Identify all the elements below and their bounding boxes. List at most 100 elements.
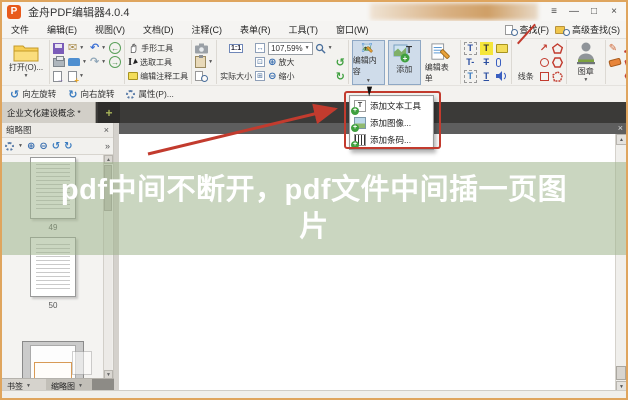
arrow-tool-button[interactable]: ↗ xyxy=(540,41,549,55)
page-forward-button[interactable]: → xyxy=(109,55,121,69)
rotate-view-right-button[interactable]: ↻ xyxy=(336,69,345,83)
open-button[interactable]: 打开(O)... ▼ xyxy=(6,40,46,79)
oval-tool-button[interactable] xyxy=(540,55,549,69)
fit-visible-button[interactable]: ⊞ xyxy=(255,69,265,83)
page-back-button[interactable]: ← xyxy=(109,41,121,55)
underline-button[interactable]: T xyxy=(480,69,493,83)
attach-file-button[interactable] xyxy=(496,55,508,69)
panel-header: 缩略图 × xyxy=(2,123,113,138)
stamp-icon[interactable] xyxy=(575,41,597,65)
line-tool-button[interactable] xyxy=(515,41,537,67)
rotate-view-left-button[interactable]: ↺ xyxy=(336,55,345,69)
cloud-tool-button[interactable] xyxy=(552,69,563,83)
polygon-tool-button[interactable] xyxy=(552,55,563,69)
menu-document[interactable]: 文档(D) xyxy=(134,23,183,36)
measure-area-button[interactable]: 面积 xyxy=(624,69,628,83)
thumb-zoom-in-icon[interactable]: ⊕ xyxy=(27,141,35,152)
menu-window[interactable]: 窗口(W) xyxy=(327,23,378,36)
menu-edit[interactable]: 编辑(E) xyxy=(38,23,86,36)
paste-button[interactable]: ▼ xyxy=(195,55,213,69)
export-button[interactable] xyxy=(53,69,65,83)
menu-item-add-barcode[interactable]: + 添加条码... xyxy=(351,131,432,148)
print-button[interactable] xyxy=(53,55,65,69)
app-logo-icon: P xyxy=(7,5,21,19)
new-tab-button[interactable]: + xyxy=(98,102,120,123)
menu-file[interactable]: 文件 xyxy=(2,23,38,36)
edit-content-button[interactable]: T 编辑内容 ▼ xyxy=(352,40,385,85)
menu-view[interactable]: 视图(V) xyxy=(86,23,134,36)
find-in-doc-button[interactable] xyxy=(195,69,213,83)
thumb-rotate-left-icon[interactable]: ↺ xyxy=(52,141,60,152)
menu-comment[interactable]: 注释(C) xyxy=(183,23,232,36)
arrow-icon: ↗ xyxy=(540,43,548,54)
strikeout-tool-button[interactable]: T- xyxy=(464,55,477,69)
scrollbar-thumb[interactable] xyxy=(616,366,626,380)
strikethrough-icon: T xyxy=(480,56,493,69)
fit-width-button[interactable]: ↔ xyxy=(255,41,265,55)
minimize-button[interactable]: — xyxy=(564,2,584,21)
speaker-icon xyxy=(496,71,508,81)
menu-tools[interactable]: 工具(T) xyxy=(280,23,328,36)
save-button[interactable] xyxy=(53,41,65,55)
panel-close-icon[interactable]: × xyxy=(104,125,109,135)
document-close-icon[interactable]: × xyxy=(618,124,626,133)
pentagon-tool-button[interactable] xyxy=(552,41,563,55)
close-button[interactable]: × xyxy=(604,2,624,21)
highlight-button[interactable]: T xyxy=(480,41,493,55)
add-button[interactable]: T + 添加 xyxy=(388,40,421,85)
edit-annotation-tool-button[interactable]: 编辑注释工具 xyxy=(128,69,188,83)
menu-bar: 文件 编辑(E) 视图(V) 文档(D) 注释(C) 表单(R) 工具(T) 窗… xyxy=(2,21,626,38)
rotate-page-left-button[interactable]: ↺ 向左旋转 xyxy=(6,88,60,101)
snapshot-button[interactable] xyxy=(195,41,213,55)
eraser-tool-button[interactable] xyxy=(609,55,621,69)
options-gear-icon[interactable] xyxy=(5,142,14,151)
properties-button[interactable]: 属性(P)... xyxy=(122,88,177,100)
fit-page-button[interactable]: ⊡ xyxy=(255,55,265,69)
scroll-up-icon[interactable]: ▲ xyxy=(616,134,627,145)
edit-form-button[interactable]: 编辑表单 xyxy=(424,40,457,85)
menu-item-add-text-tool[interactable]: T+ 添加文本工具 xyxy=(351,97,432,114)
advanced-find-button[interactable]: 高级查找(S) xyxy=(555,23,620,36)
gear-icon xyxy=(126,90,135,99)
thumb-rotate-right-icon[interactable]: ↻ xyxy=(64,141,72,152)
undo-button[interactable]: ↶▼ xyxy=(90,41,106,55)
select-tool-button[interactable]: I 选取工具 xyxy=(128,55,172,69)
menu-item-label: 添加条码... xyxy=(370,134,411,146)
pencil-tool-button[interactable]: ✎ xyxy=(609,41,621,55)
strikethrough-button[interactable]: T xyxy=(480,55,493,69)
magnifier-icon xyxy=(563,29,570,36)
email-button[interactable]: ✉▼ xyxy=(68,41,87,55)
eraser-icon xyxy=(608,57,621,67)
measure-perimeter-button[interactable]: 周长 xyxy=(624,55,628,69)
menu-item-add-image[interactable]: + 添加图像... xyxy=(351,114,432,131)
zoom-tool-icon[interactable] xyxy=(315,43,326,54)
menu-form[interactable]: 表单(R) xyxy=(231,23,280,36)
redo-button[interactable]: ↷▼ xyxy=(90,55,106,69)
thumb-zoom-out-icon[interactable]: ⊖ xyxy=(39,141,47,152)
zoom-level-select[interactable]: 107,59% ▼ xyxy=(268,42,313,55)
headline-overlay: pdf中间不断开，pdf文件中间插一页图 片 xyxy=(2,162,626,255)
chevron-down-icon: ▼ xyxy=(78,383,83,389)
hand-tool-button[interactable]: 手形工具 xyxy=(128,41,173,55)
actual-size-button[interactable]: 1:1 xyxy=(229,41,243,55)
measure-distance-button[interactable]: 距离 xyxy=(624,41,628,55)
zoom-in-button[interactable]: ⊕放大 xyxy=(268,55,333,69)
maximize-button[interactable]: □ xyxy=(584,2,604,21)
chevron-double-icon[interactable]: » xyxy=(105,141,110,151)
rectangle-tool-button[interactable] xyxy=(540,69,549,83)
rotate-page-right-button[interactable]: ↻ 向右旋转 xyxy=(64,88,118,101)
new-page-icon xyxy=(68,71,77,82)
sound-button[interactable] xyxy=(496,69,508,83)
scan-button[interactable]: ▼ xyxy=(68,55,87,69)
new-page-button[interactable]: ▼ xyxy=(68,69,87,83)
zoom-out-button[interactable]: ⊖缩小 xyxy=(268,69,333,83)
typewriter-button[interactable]: T xyxy=(464,41,477,55)
window-menu-icon[interactable]: ≡ xyxy=(544,2,564,21)
svg-text:+: + xyxy=(403,54,408,63)
zoom-out-icon: ⊖ xyxy=(268,71,276,82)
sticky-note-button[interactable] xyxy=(496,41,508,55)
chevron-down-icon: ▼ xyxy=(328,45,333,51)
document-tab[interactable]: 企业文化建设概念 * xyxy=(2,102,96,123)
add-dropdown-menu: T+ 添加文本工具 + 添加图像... + 添加条码... xyxy=(349,95,434,150)
text-frame-button[interactable]: T xyxy=(464,69,477,83)
